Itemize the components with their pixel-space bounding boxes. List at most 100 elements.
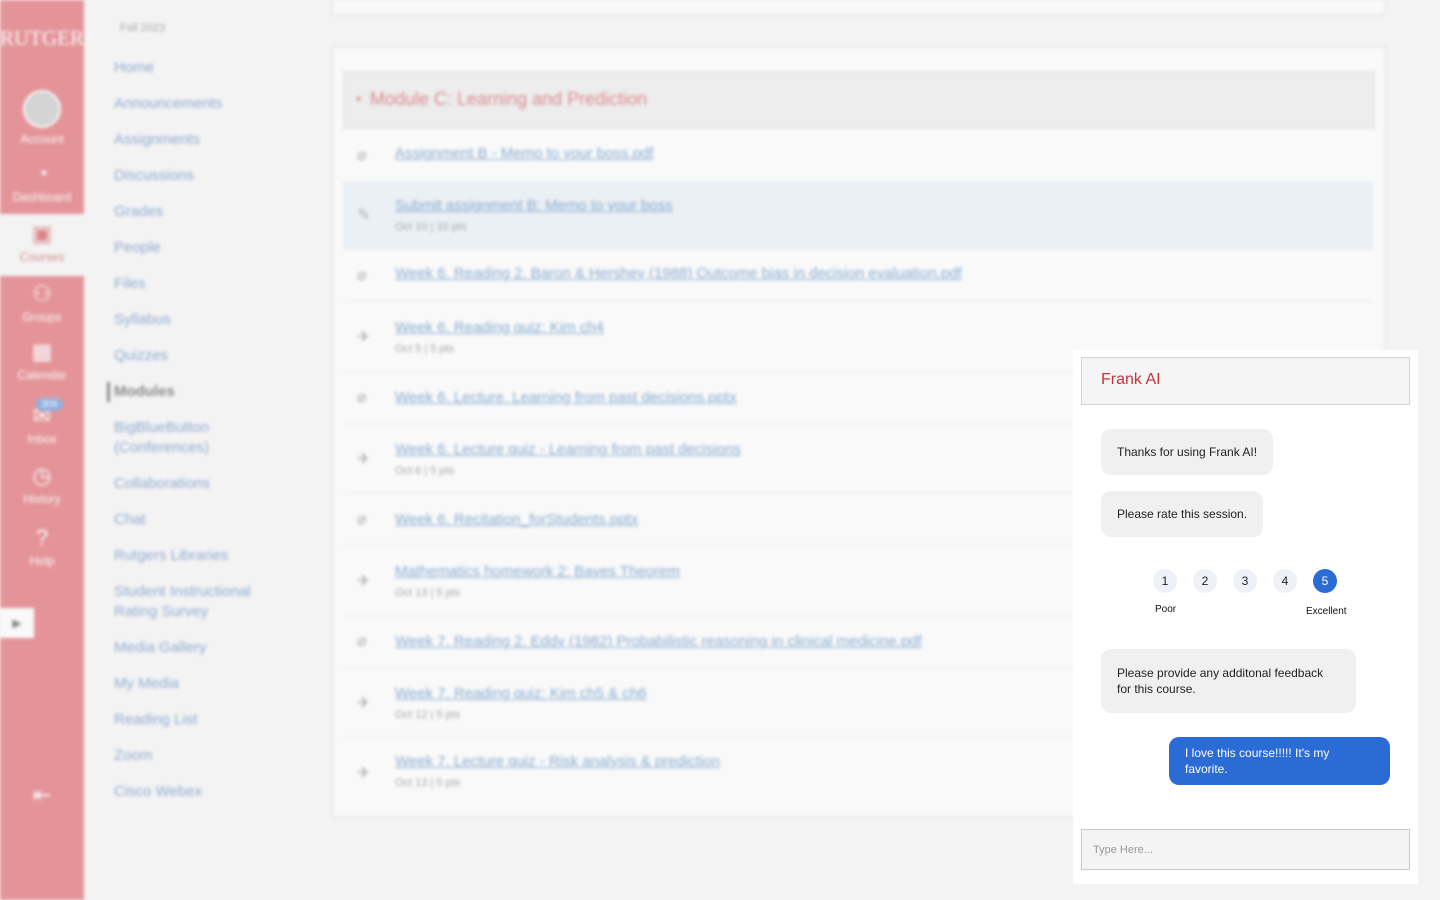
module-item-link[interactable]: Mathematics homework 2: Bayes Theorem <box>395 563 680 580</box>
global-nav-label: Groups <box>22 310 62 324</box>
quiz-icon: ✈ <box>357 695 371 712</box>
attachment-icon: ⌀ <box>357 147 367 164</box>
bot-message: Please rate this session. <box>1101 491 1264 537</box>
frank-ai-chat-panel: Frank AI Thanks for using Frank AI! Plea… <box>1073 350 1418 884</box>
module-item-link[interactable]: Week 6. Reading quiz: Kim ch4 <box>395 319 604 336</box>
module-item-link[interactable]: Week 7. Reading 2. Eddy (1982) Probabili… <box>395 633 922 650</box>
attachment-icon: ⌀ <box>357 633 367 650</box>
course-nav-zoom[interactable]: Zoom <box>114 746 152 766</box>
module-item-meta: Oct 5 | 5 pts <box>395 343 455 355</box>
course-nav-grades[interactable]: Grades <box>114 202 163 222</box>
module-item-meta: Oct 6 | 5 pts <box>395 465 455 477</box>
module-item-link[interactable]: Week 6. Lecture quiz - Learning from pas… <box>395 441 741 458</box>
quiz-icon: ✈ <box>357 573 371 590</box>
attachment-icon: ⌀ <box>357 267 367 284</box>
dashboard-icon: ◔ <box>35 161 49 186</box>
calendar-icon: ▦ <box>31 339 53 364</box>
module-item-meta: Oct 10 | 10 pts <box>395 221 467 233</box>
course-nav-sirs[interactable]: Student Instructional Rating Survey <box>114 582 274 622</box>
global-nav-help[interactable]: ? Help <box>0 525 84 569</box>
global-nav-dashboard[interactable]: ◔ Dashboard <box>0 161 84 205</box>
global-nav-courses[interactable]: ▣ Courses <box>0 214 84 276</box>
module-item-link[interactable]: Week 7. Lecture quiz - Risk analysis & p… <box>395 753 720 770</box>
global-navigation: RUTGERS Account ◔ Dashboard ▣ Courses ⚇ … <box>0 0 96 900</box>
chat-title: Frank AI <box>1101 371 1161 388</box>
course-nav-home[interactable]: Home <box>114 58 154 78</box>
bot-message: Please provide any additonal feedback fo… <box>1101 649 1356 713</box>
rating-low-label: Poor <box>1155 604 1177 615</box>
groups-icon: ⚇ <box>32 281 52 306</box>
module-item: ⌀ Week 6. Reading 2. Baron & Hershey (19… <box>343 249 1373 302</box>
play-icon[interactable]: ▶ <box>0 608 34 638</box>
global-nav-account[interactable]: Account <box>0 90 84 146</box>
rating-option-4[interactable]: 4 <box>1273 569 1297 593</box>
module-item-meta: Oct 13 | 5 pts <box>395 587 461 599</box>
caret-down-icon: ▼ <box>354 94 363 104</box>
rating-option-2[interactable]: 2 <box>1193 569 1217 593</box>
module-item: ⌀ Assignment B - Memo to your boss.pdf <box>343 129 1373 182</box>
term-label: Fall 2023 <box>120 22 166 34</box>
course-nav-collaborations[interactable]: Collaborations <box>114 474 210 494</box>
global-nav-label: Help <box>29 554 55 568</box>
module-header[interactable]: ▼ Module C: Learning and Prediction <box>343 71 1375 129</box>
course-nav-people[interactable]: People <box>114 238 161 258</box>
course-nav-bigbluebutton[interactable]: BigBlueButton (Conferences) <box>114 418 264 458</box>
quiz-icon: ✈ <box>357 765 371 782</box>
global-nav-groups[interactable]: ⚇ Groups <box>0 281 84 325</box>
global-nav-label: History <box>23 492 61 506</box>
module-title: Module C: Learning and Prediction <box>370 89 648 109</box>
course-nav-assignments[interactable]: Assignments <box>114 130 200 150</box>
global-nav-inbox[interactable]: ✉ 306 Inbox <box>0 398 84 446</box>
courses-icon: ▣ <box>31 221 53 246</box>
rutgers-logo: RUTGERS <box>0 26 96 50</box>
global-nav-label: Dashboard <box>12 190 72 204</box>
quiz-icon: ✈ <box>357 451 371 468</box>
course-nav-files[interactable]: Files <box>114 274 146 294</box>
course-nav-syllabus[interactable]: Syllabus <box>114 310 171 330</box>
module-item-link[interactable]: Week 6. Lecture. Learning from past deci… <box>395 389 737 406</box>
rating-high-label: Excellent <box>1306 606 1347 617</box>
course-nav-reading-list[interactable]: Reading List <box>114 710 197 730</box>
course-nav-webex[interactable]: Cisco Webex <box>114 782 202 802</box>
module-item-link[interactable]: Submit assignment B: Memo to your boss <box>395 197 673 214</box>
rating-option-3[interactable]: 3 <box>1233 569 1257 593</box>
module-item-meta: Oct 13 | 5 pts <box>395 777 461 789</box>
course-nav-my-media[interactable]: My Media <box>114 674 179 694</box>
module-item-link[interactable]: Week 7. Reading quiz: Kim ch5 & ch6 <box>395 685 647 702</box>
global-nav-label: Courses <box>19 250 65 264</box>
previous-module-card <box>332 0 1386 15</box>
inbox-badge: 306 <box>36 398 63 411</box>
chat-header: Frank AI <box>1081 357 1410 405</box>
module-item-meta: Oct 12 | 5 pts <box>395 709 461 721</box>
module-item-link[interactable]: Assignment B - Memo to your boss.pdf <box>395 145 653 162</box>
course-nav-discussions[interactable]: Discussions <box>114 166 194 186</box>
chat-message-input[interactable] <box>1081 829 1410 870</box>
course-navigation: Fall 2023 Home Announcements Assignments… <box>84 0 332 900</box>
attachment-icon: ⌀ <box>357 389 367 406</box>
avatar <box>23 90 61 128</box>
bot-message: Thanks for using Frank AI! <box>1101 429 1274 475</box>
collapse-nav-icon[interactable]: ⇤ <box>0 782 84 808</box>
course-nav-announcements[interactable]: Announcements <box>114 94 222 114</box>
global-nav-label: Calendar <box>17 368 67 382</box>
course-nav-media-gallery[interactable]: Media Gallery <box>114 638 207 658</box>
course-nav-chat[interactable]: Chat <box>114 510 146 530</box>
assignment-icon: ✎ <box>357 207 371 224</box>
global-nav-calendar[interactable]: ▦ Calendar <box>0 339 84 383</box>
rating-option-1[interactable]: 1 <box>1153 569 1177 593</box>
global-nav-label: Account <box>20 132 64 146</box>
attachment-icon: ⌀ <box>357 511 367 528</box>
course-nav-libraries[interactable]: Rutgers Libraries <box>114 546 228 566</box>
module-item: ✎ Submit assignment B: Memo to your boss… <box>343 181 1373 250</box>
user-message: I love this course!!!!! It's my favorite… <box>1169 737 1390 785</box>
course-nav-modules[interactable]: Modules <box>107 382 175 402</box>
rating-option-5[interactable]: 5 <box>1313 569 1337 593</box>
history-icon: ◷ <box>32 463 52 488</box>
course-nav-quizzes[interactable]: Quizzes <box>114 346 168 366</box>
module-item-link[interactable]: Week 6. Reading 2. Baron & Hershey (1988… <box>395 265 962 282</box>
global-nav-label: Inbox <box>27 432 57 446</box>
module-item-link[interactable]: Week 6. Recitation_forStudents.pptx <box>395 511 638 528</box>
help-icon: ? <box>35 525 49 550</box>
global-nav-history[interactable]: ◷ History <box>0 463 84 507</box>
quiz-icon: ✈ <box>357 329 371 346</box>
